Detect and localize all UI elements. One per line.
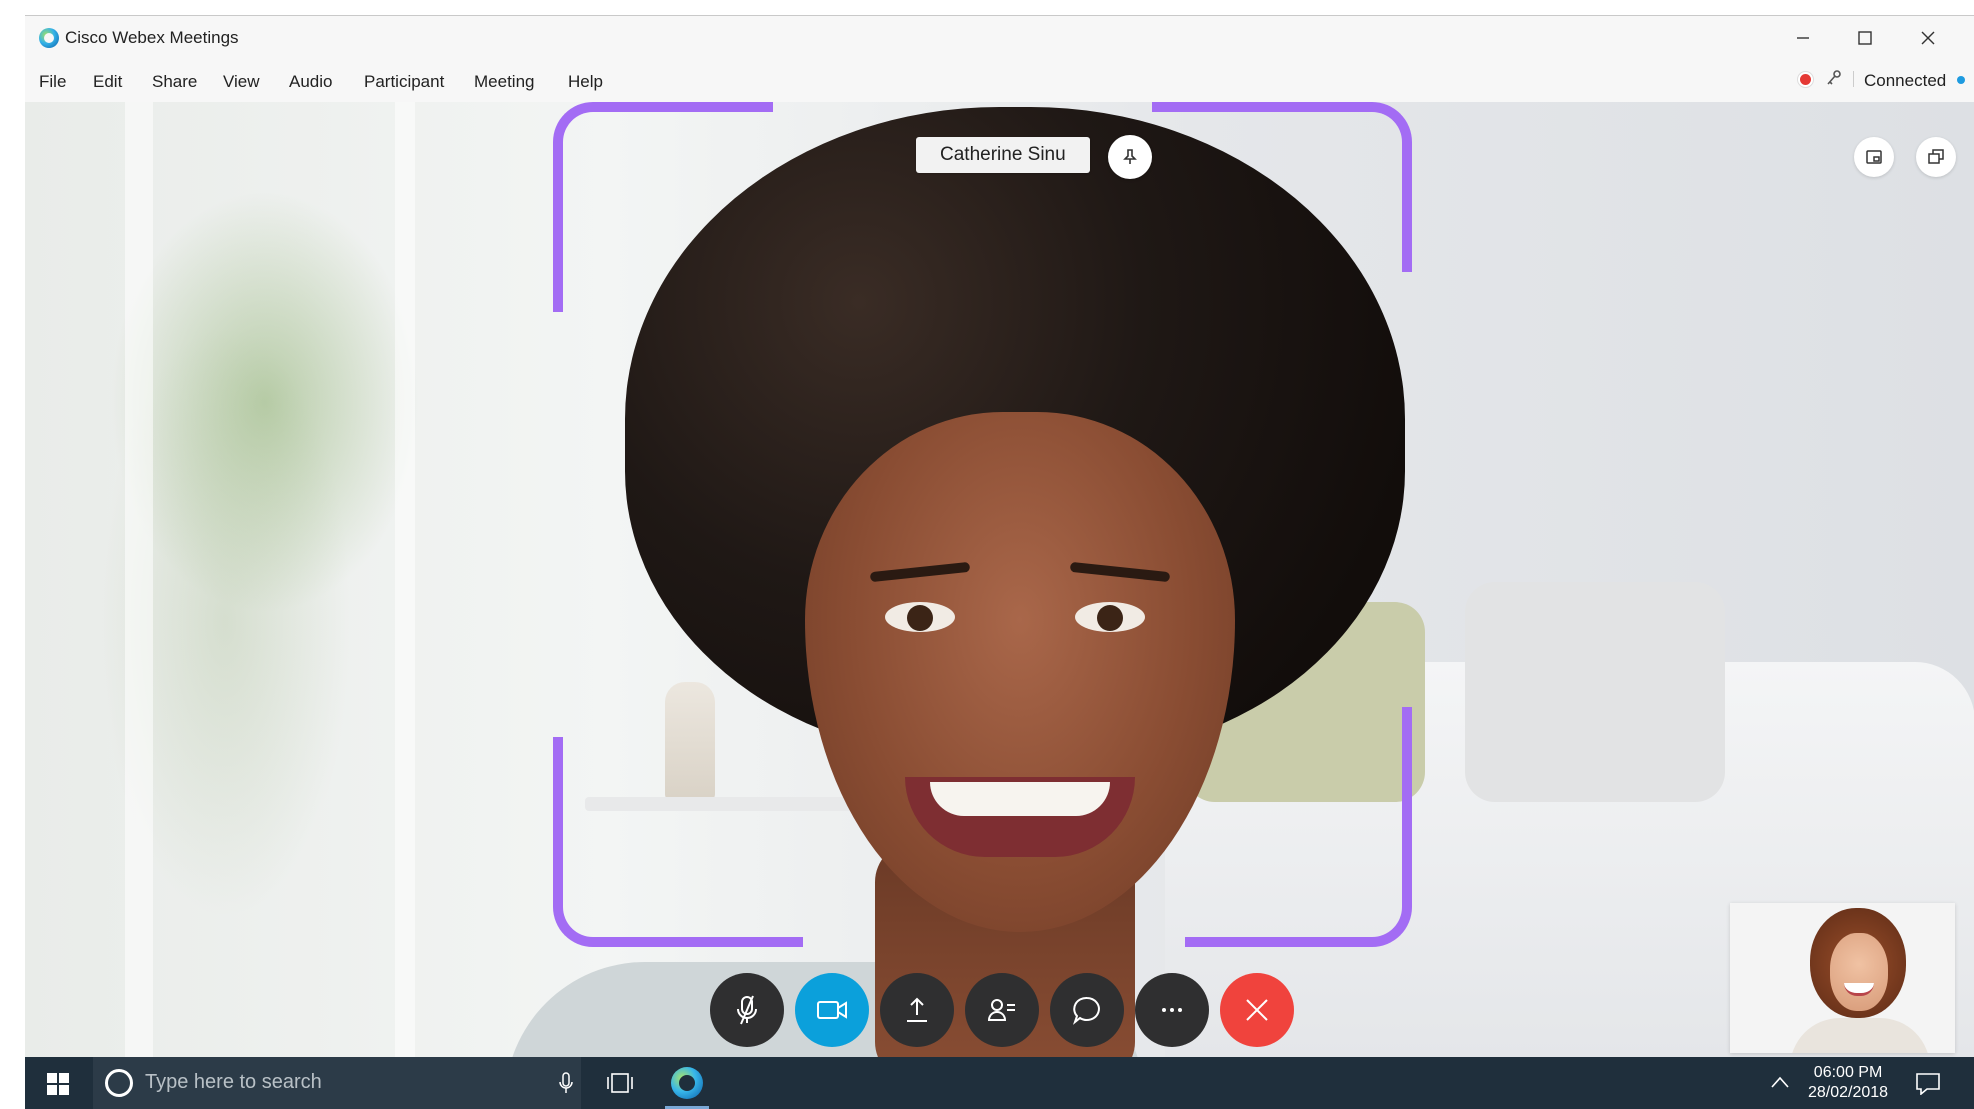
connection-dot bbox=[1957, 76, 1965, 84]
window-restore-icon bbox=[1928, 149, 1944, 164]
clock-date: 28/02/2018 bbox=[1808, 1084, 1889, 1101]
face-frame-top-right bbox=[1152, 102, 1412, 272]
face-frame-top-left bbox=[553, 102, 773, 312]
face-frame-bottom-right bbox=[1185, 707, 1412, 947]
leave-meeting-button[interactable] bbox=[1220, 973, 1294, 1047]
windows-taskbar: Type here to search 06:00 PM 28/02/2018 bbox=[25, 1057, 1974, 1109]
pin-speaker-button[interactable] bbox=[1108, 135, 1152, 179]
share-button[interactable] bbox=[880, 973, 954, 1047]
chat-bubble-icon bbox=[1072, 996, 1100, 1025]
menu-meeting[interactable]: Meeting bbox=[474, 72, 534, 92]
menu-bar: File Edit Share View Audio Participant M… bbox=[25, 60, 1974, 103]
connection-status: Connected bbox=[1864, 71, 1947, 90]
taskbar-search-placeholder: Type here to search bbox=[145, 1071, 322, 1093]
menu-edit[interactable]: Edit bbox=[93, 72, 122, 92]
speaker-eye bbox=[885, 602, 955, 632]
notifications-icon[interactable] bbox=[1915, 1071, 1941, 1095]
key-icon bbox=[1827, 70, 1841, 85]
task-view-icon[interactable] bbox=[605, 1071, 635, 1095]
chevron-up-icon[interactable] bbox=[1770, 1075, 1790, 1089]
taskbar-search-box[interactable]: Type here to search bbox=[93, 1057, 581, 1109]
close-button[interactable] bbox=[1905, 22, 1951, 54]
webex-window: Cisco Webex Meetings File Edit Share Vie… bbox=[25, 15, 1974, 1109]
minimize-icon bbox=[1797, 37, 1809, 39]
menu-share[interactable]: Share bbox=[152, 72, 197, 92]
menu-file[interactable]: File bbox=[39, 72, 66, 92]
active-speaker-video bbox=[25, 102, 1974, 1057]
speaker-teeth bbox=[930, 782, 1110, 816]
webex-logo-icon bbox=[39, 28, 59, 48]
active-speaker-name: Catherine Sinu bbox=[916, 137, 1090, 173]
maximize-icon bbox=[1858, 31, 1872, 45]
menu-audio[interactable]: Audio bbox=[289, 72, 332, 92]
menu-help[interactable]: Help bbox=[568, 72, 603, 92]
face-frame-bottom-left bbox=[553, 737, 803, 947]
microphone-muted-icon bbox=[737, 995, 757, 1025]
cortana-icon bbox=[105, 1069, 133, 1097]
share-upload-icon bbox=[907, 997, 927, 1022]
minimize-button[interactable] bbox=[1780, 22, 1826, 54]
mute-button[interactable] bbox=[710, 973, 784, 1047]
taskbar-webex-icon[interactable] bbox=[671, 1067, 703, 1099]
more-options-icon bbox=[1162, 1008, 1182, 1012]
leave-meeting-icon bbox=[1246, 999, 1268, 1021]
taskbar-clock[interactable]: 06:00 PM 28/02/2018 bbox=[1808, 1063, 1888, 1103]
maximize-button[interactable] bbox=[1842, 22, 1888, 54]
popout-button[interactable] bbox=[1916, 137, 1956, 177]
recording-indicator bbox=[1800, 74, 1811, 85]
menu-participant[interactable]: Participant bbox=[364, 72, 444, 92]
self-view-video[interactable] bbox=[1730, 903, 1955, 1053]
more-options-button[interactable] bbox=[1135, 973, 1209, 1047]
status-divider bbox=[1853, 71, 1854, 87]
chat-button[interactable] bbox=[1050, 973, 1124, 1047]
participants-icon bbox=[987, 999, 1015, 1021]
title-bar: Cisco Webex Meetings bbox=[25, 15, 1974, 61]
speaker-eye bbox=[1075, 602, 1145, 632]
clock-time: 06:00 PM bbox=[1813, 1064, 1883, 1081]
windows-start-icon[interactable] bbox=[47, 1073, 69, 1095]
video-stage bbox=[25, 102, 1974, 1057]
window-title: Cisco Webex Meetings bbox=[65, 28, 239, 47]
self-view-shirt bbox=[1790, 1018, 1930, 1053]
video-button[interactable] bbox=[795, 973, 869, 1047]
video-camera-icon bbox=[817, 1001, 847, 1019]
close-icon bbox=[1921, 31, 1935, 45]
menu-view[interactable]: View bbox=[223, 72, 260, 92]
picture-in-picture-icon bbox=[1866, 150, 1882, 164]
layout-button[interactable] bbox=[1854, 137, 1894, 177]
microphone-icon[interactable] bbox=[558, 1071, 574, 1095]
self-view-face bbox=[1830, 933, 1888, 1011]
participants-button[interactable] bbox=[965, 973, 1039, 1047]
pin-icon bbox=[1123, 149, 1137, 164]
